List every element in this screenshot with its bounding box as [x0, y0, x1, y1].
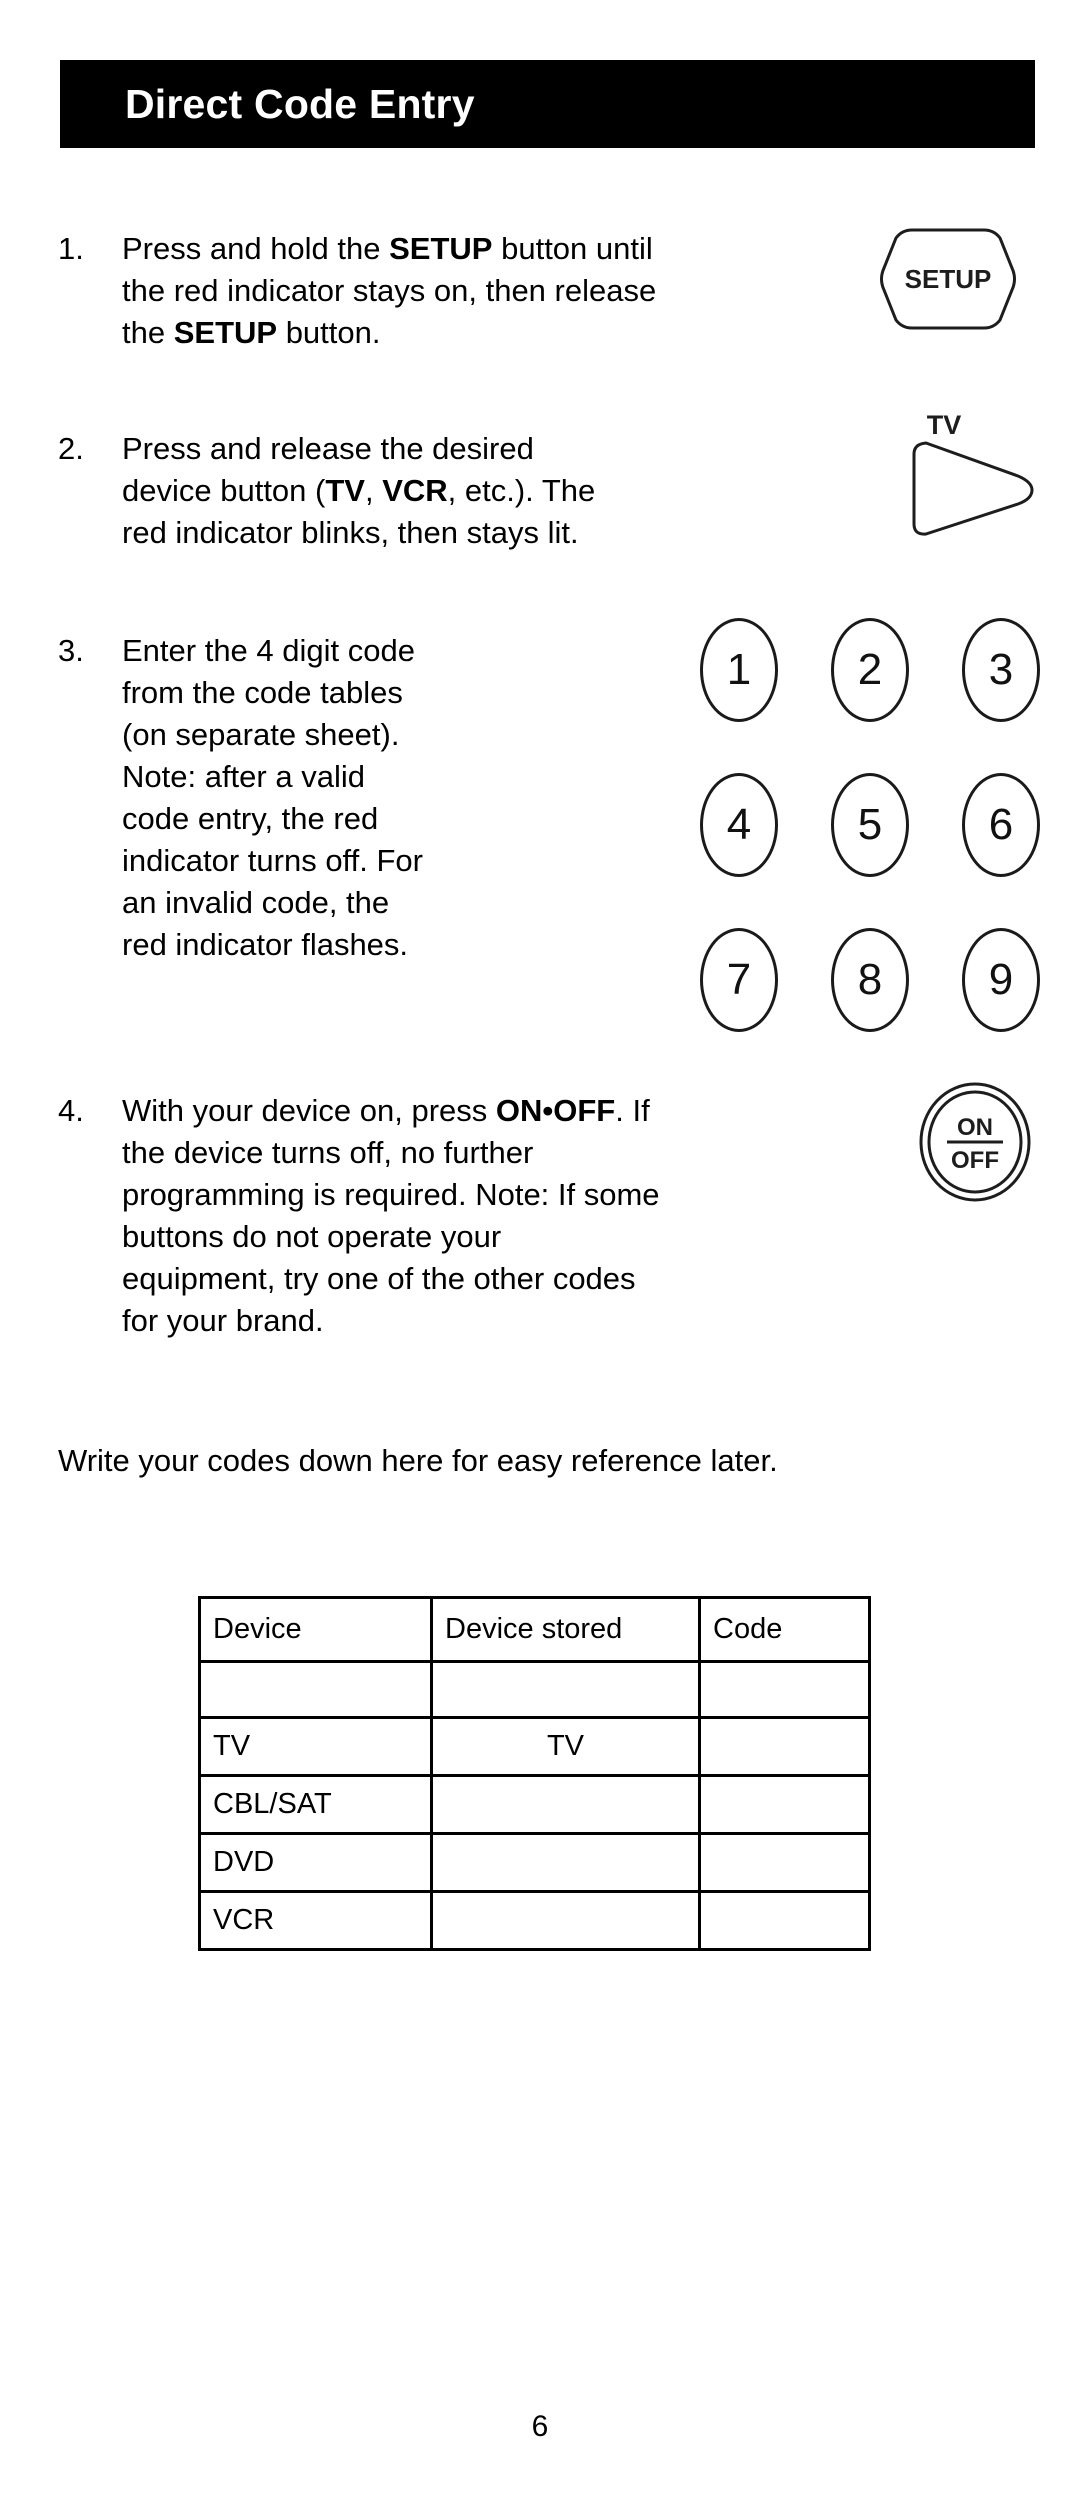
table-header-code: Code — [698, 1596, 871, 1663]
keypad-key-9: 9 — [962, 928, 1040, 1032]
keypad-key-1: 1 — [700, 618, 778, 722]
keypad-key-2: 2 — [831, 618, 909, 722]
write-codes-note: Write your codes down here for easy refe… — [58, 1443, 778, 1478]
table-row: DVD — [198, 1832, 871, 1893]
tv-button-label: TV — [927, 410, 962, 440]
table-row: TV TV — [198, 1716, 871, 1777]
table-row — [198, 1660, 871, 1719]
cell-device[interactable]: CBL/SAT — [198, 1774, 433, 1835]
cell-device[interactable]: DVD — [198, 1832, 433, 1893]
cell-code[interactable] — [698, 1716, 871, 1777]
step-text: Press and release the desired device but… — [122, 431, 596, 550]
cell-device-stored[interactable] — [430, 1774, 701, 1835]
cell-code[interactable] — [698, 1774, 871, 1835]
power-button-off-label: OFF — [951, 1147, 999, 1174]
table-header-device: Device — [198, 1596, 433, 1663]
keypad-key-label: 1 — [726, 645, 752, 694]
table-row: VCR — [198, 1890, 871, 1951]
cell-code[interactable] — [698, 1832, 871, 1893]
keypad-key-label: 7 — [726, 955, 752, 1004]
page-title: Direct Code Entry — [125, 81, 475, 127]
step-text: With your device on, press ON•OFF. If th… — [122, 1093, 660, 1338]
keypad-key-7: 7 — [700, 928, 778, 1032]
on-off-power-button-illustration: ON OFF — [915, 1080, 1045, 1210]
step-number: 3. — [58, 633, 84, 668]
step-number: 2. — [58, 431, 84, 466]
code-record-table: Device Device stored Code TV TV CBL/SAT … — [198, 1596, 871, 1951]
keypad-key-5: 5 — [831, 773, 909, 877]
cell-device[interactable]: TV — [198, 1716, 433, 1777]
cell-device-stored[interactable] — [430, 1890, 701, 1951]
step-number: 4. — [58, 1093, 84, 1128]
keypad-key-label: 6 — [988, 800, 1014, 849]
keypad-key-label: 3 — [988, 645, 1014, 694]
cell-code[interactable] — [698, 1660, 871, 1719]
keypad-key-4: 4 — [700, 773, 778, 877]
cell-device-stored[interactable] — [430, 1660, 701, 1719]
cell-device[interactable]: VCR — [198, 1890, 433, 1951]
step-text: Enter the 4 digit code from the code tab… — [122, 633, 423, 962]
keypad-key-label: 9 — [988, 955, 1014, 1004]
number-keypad-illustration: 1 2 3 4 5 6 7 8 9 — [700, 618, 1045, 1038]
table-header-device-stored: Device stored — [430, 1596, 701, 1663]
keypad-key-label: 8 — [857, 955, 883, 1004]
power-button-on-label: ON — [957, 1114, 993, 1141]
cell-device[interactable] — [198, 1660, 433, 1719]
table-row: CBL/SAT — [198, 1774, 871, 1835]
keypad-key-label: 2 — [857, 645, 883, 694]
table-body: Device Device stored Code TV TV CBL/SAT … — [198, 1596, 871, 1951]
setup-button-label: SETUP — [905, 264, 992, 294]
keypad-key-3: 3 — [962, 618, 1040, 722]
keypad-key-label: 4 — [726, 800, 752, 849]
table-header-row: Device Device stored Code — [198, 1596, 871, 1663]
keypad-key-label: 5 — [857, 800, 883, 849]
cell-device-stored[interactable] — [430, 1832, 701, 1893]
cell-device-stored[interactable]: TV — [430, 1716, 701, 1777]
keypad-key-6: 6 — [962, 773, 1040, 877]
cell-code[interactable] — [698, 1890, 871, 1951]
step-number: 1. — [58, 231, 84, 266]
step-text: Press and hold the SETUP button until th… — [122, 231, 657, 350]
setup-button-illustration: SETUP — [878, 222, 1018, 337]
page-number: 6 — [531, 2410, 549, 2443]
tv-device-button-illustration: TV — [900, 408, 1050, 548]
keypad-key-8: 8 — [831, 928, 909, 1032]
